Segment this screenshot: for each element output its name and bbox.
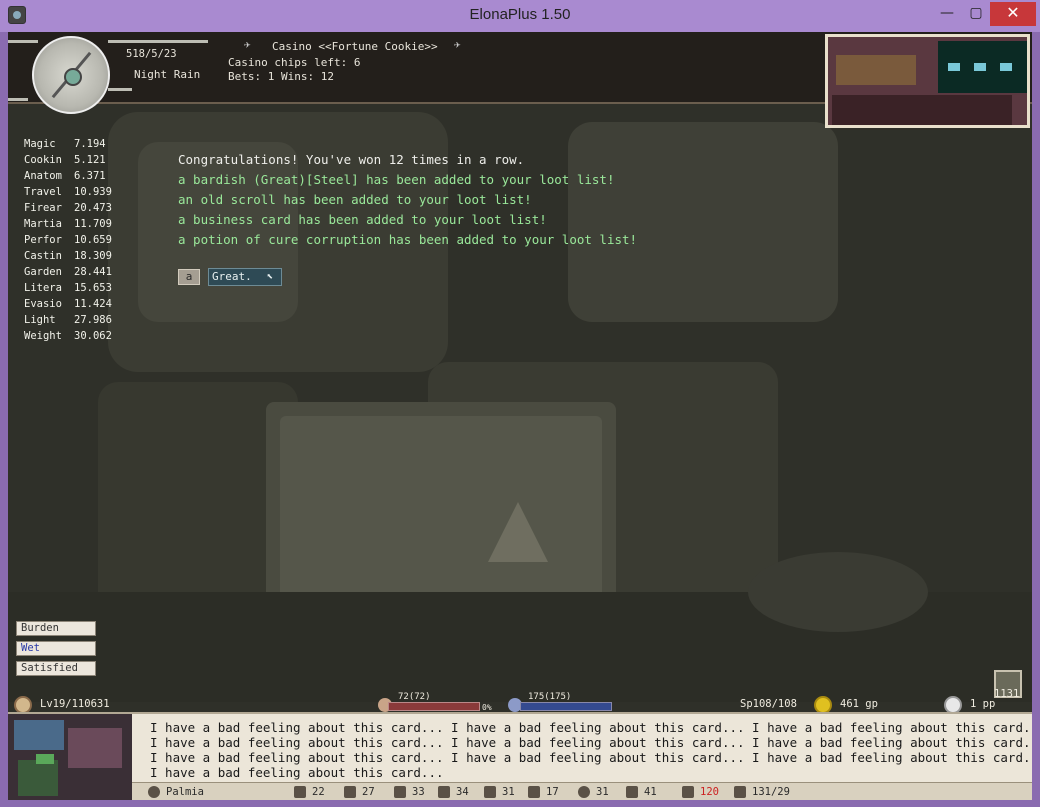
maximize-button[interactable]: ▢ <box>962 2 990 26</box>
town-label: Palmia <box>166 786 204 798</box>
background-scene <box>8 32 1032 800</box>
hp-percent: 0% <box>482 703 492 712</box>
choice-label: Great. <box>212 270 252 283</box>
skill-row: Magic 7.194 <box>24 138 106 150</box>
top-hud: 518/5/23 Night Rain ✈ Casino <<Fortune C… <box>8 32 1032 128</box>
area-minimap[interactable] <box>825 34 1030 128</box>
strength-icon <box>294 786 306 798</box>
perception-icon <box>438 786 450 798</box>
hud-ornament <box>8 40 38 43</box>
status-burden: Burden <box>16 621 96 636</box>
minimize-button[interactable]: — <box>932 2 962 26</box>
hp-label: 72(72) <box>398 692 431 702</box>
attr-constitution: 27 <box>362 786 375 798</box>
message-log: I have a bad feeling about this card... … <box>132 712 1032 782</box>
clock-dial-icon <box>32 36 110 114</box>
casino-chips-label: Casino chips left: 6 <box>228 56 361 69</box>
level-label: Lv19/110631 <box>40 698 110 710</box>
dragon-icon: ✈ <box>454 38 461 51</box>
status-wet: Wet <box>16 641 96 656</box>
choice-key-label[interactable]: a <box>178 269 200 285</box>
status-satisfied: Satisfied <box>16 661 96 676</box>
loot-message: an old scroll has been added to your loo… <box>178 192 532 207</box>
great-choice-button[interactable]: Great. ⬉ <box>208 268 282 286</box>
world-minimap[interactable] <box>8 712 132 800</box>
skill-row: Travel 10.939 <box>24 186 112 198</box>
hud-ornament <box>108 88 132 91</box>
loot-message: a business card has been added to your l… <box>178 212 547 227</box>
skill-row: Anatom 6.371 <box>24 170 106 182</box>
speed-icon <box>682 786 694 798</box>
log-line: I have a bad feeling about this card... … <box>150 750 1032 765</box>
skill-row: Evasio 11.424 <box>24 298 112 310</box>
log-line: I have a bad feeling about this card... … <box>150 720 1032 735</box>
charisma-icon <box>626 786 638 798</box>
attr-will: 17 <box>546 786 559 798</box>
congrats-message: Congratulations! You've won 12 times in … <box>178 152 525 167</box>
date-label: 518/5/23 <box>126 48 177 60</box>
attr-strength: 22 <box>312 786 325 798</box>
location-title: Casino <<Fortune Cookie>> <box>272 40 438 53</box>
constitution-icon <box>344 786 356 798</box>
will-icon <box>528 786 540 798</box>
defense-icon <box>734 786 746 798</box>
enter-arrow-icon: ⬉ <box>266 270 273 283</box>
mp-label: 175(175) <box>528 692 572 702</box>
attr-perception: 34 <box>456 786 469 798</box>
bets-wins-label: Bets: 1 Wins: 12 <box>228 70 334 83</box>
hp-bar <box>388 702 480 711</box>
dragon-icon: ✈ <box>244 38 251 51</box>
attr-magic: 31 <box>596 786 609 798</box>
attr-dexterity: 33 <box>412 786 425 798</box>
skill-row: Perfor 10.659 <box>24 234 112 246</box>
close-button[interactable]: ✕ <box>990 2 1036 26</box>
magic-icon <box>578 786 590 798</box>
skill-row: Weight 30.062 <box>24 330 112 342</box>
log-line: I have a bad feeling about this card... <box>150 765 444 780</box>
skill-row: Castin 18.309 <box>24 250 112 262</box>
platinum-label: 1 pp <box>970 698 996 710</box>
attr-defense: 131/29 <box>752 786 790 798</box>
mp-bar <box>520 702 612 711</box>
loot-message: a potion of cure corruption has been add… <box>178 232 638 247</box>
time-weather-label: Night Rain <box>134 68 201 81</box>
game-viewport: 518/5/23 Night Rain ✈ Casino <<Fortune C… <box>8 32 1032 800</box>
turn-counter: 1131 <box>994 688 1020 700</box>
skill-row: Firear 20.473 <box>24 202 112 214</box>
log-line: I have a bad feeling about this card... … <box>150 735 1032 750</box>
dexterity-icon <box>394 786 406 798</box>
window-title: ElonaPlus 1.50 <box>469 6 571 23</box>
skill-row: Garden 28.441 <box>24 266 112 278</box>
hud-ornament <box>108 40 208 43</box>
gold-label: 461 gp <box>840 698 878 710</box>
attr-learning: 31 <box>502 786 515 798</box>
title-bar: ElonaPlus 1.50 — ▢ ✕ <box>0 0 1040 32</box>
skill-row: Light 27.986 <box>24 314 112 326</box>
location-icon <box>148 786 160 798</box>
skill-row: Cookin 5.121 <box>24 154 106 166</box>
hud-ornament <box>8 98 28 101</box>
sp-label: Sp108/108 <box>740 698 797 710</box>
attr-speed: 120 <box>700 786 719 798</box>
attribute-bar: Palmia 22 27 33 34 31 17 31 41 120 131/2… <box>132 782 1032 800</box>
skill-row: Litera 15.653 <box>24 282 112 294</box>
attr-charisma: 41 <box>644 786 657 798</box>
loot-message: a bardish (Great)[Steel] has been added … <box>178 172 615 187</box>
skill-row: Martia 11.709 <box>24 218 112 230</box>
learning-icon <box>484 786 496 798</box>
skill-tracker-list: Magic 7.194 Cookin 5.121 Anatom 6.371 Trave… <box>24 136 124 344</box>
